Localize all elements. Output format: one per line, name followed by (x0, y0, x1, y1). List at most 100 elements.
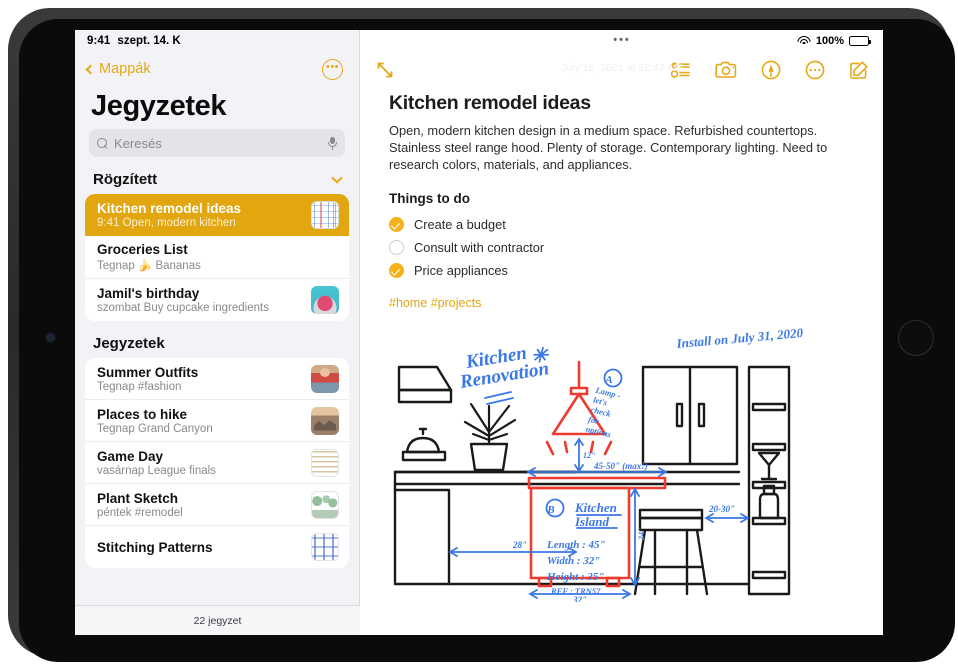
expand-arrows-icon[interactable] (375, 60, 395, 80)
sidebar-nav-bar: Mappák ••• (75, 52, 359, 86)
note-thumbnail (311, 490, 339, 519)
checkbox-checked-icon[interactable] (389, 263, 404, 278)
sketch-island-label-2: Island (574, 514, 609, 529)
search-placeholder: Keresés (114, 135, 162, 151)
list-item[interactable]: Game Day vasárnap League finals (85, 442, 349, 484)
sketch-marker-b: B (546, 504, 554, 516)
sketch-dim-island-bottom: 32" (572, 595, 587, 602)
sketch-dim-lamp-drop: 12" (583, 451, 595, 460)
detail-status-bar: ••• 100% (361, 30, 883, 52)
note-thumbnail (311, 201, 339, 229)
sketch-dim-island-top: 45-50" (max!) (593, 461, 648, 471)
note-subtitle: 9:41 Open, modern kitchen (97, 217, 236, 229)
sketch-dim-island-right: 24" (637, 528, 646, 541)
battery-icon (849, 36, 871, 46)
list-item[interactable]: Summer Outfits Tegnap #fashion (85, 358, 349, 400)
markup-pen-icon[interactable] (761, 60, 781, 80)
wifi-icon (797, 36, 811, 46)
search-icon (97, 137, 108, 149)
note-subtitle: péntek #remodel (97, 506, 183, 519)
todo-item[interactable]: Consult with contractor (389, 236, 855, 259)
sketch-asterisk: ✳ (531, 345, 550, 367)
notes-card: Summer Outfits Tegnap #fashion Places to… (85, 358, 349, 568)
list-item[interactable]: Plant Sketch péntek #remodel (85, 484, 349, 526)
status-right-cluster: 100% (797, 35, 871, 47)
note-thumbnail (311, 533, 339, 561)
note-title: Plant Sketch (97, 490, 179, 506)
note-subtitle: Tegnap #fashion (97, 380, 182, 393)
checkbox-unchecked-icon[interactable] (389, 240, 404, 255)
sketch-island-label-1: Kitchen (574, 500, 617, 515)
checkbox-checked-icon[interactable] (389, 217, 404, 232)
note-title: Game Day (97, 448, 164, 464)
note-thumbnail (311, 448, 339, 477)
list-item[interactable]: Kitchen remodel ideas 9:41 Open, modern … (85, 194, 349, 236)
chevron-down-icon[interactable] (331, 171, 343, 184)
todo-label: Create a budget (414, 217, 506, 232)
note-title: Stitching Patterns (97, 539, 213, 555)
battery-percent-label: 100% (815, 35, 844, 47)
note-paragraph: Open, modern kitchen design in a medium … (389, 123, 828, 172)
note-title: Summer Outfits (97, 364, 199, 380)
todo-item[interactable]: Price appliances (389, 259, 855, 282)
pinned-notes-card: Kitchen remodel ideas 9:41 Open, modern … (85, 194, 349, 321)
note-subtitle: szombat Buy cupcake ingredients (97, 302, 269, 314)
section-header-pinned: Rögzített (75, 165, 359, 194)
list-item[interactable]: Jamil's birthday szombat Buy cupcake ing… (85, 279, 349, 321)
note-subtitle: Tegnap Grand Canyon (97, 422, 213, 435)
note-datestamp: July 15, 2021 at 12:47 AM (561, 62, 683, 74)
home-button[interactable] (898, 320, 934, 356)
camera-icon[interactable] (715, 61, 737, 79)
notes-sidebar: 9:41 szept. 14. K Mappák ••• Jegyzetek K… (75, 30, 360, 635)
sketch-island-length: Length : 45" (546, 539, 606, 551)
sketch-install-note: Install on July 31, 2020 (675, 325, 804, 351)
list-item[interactable]: Stitching Patterns (85, 526, 349, 568)
note-tags[interactable]: #home #projects (389, 296, 855, 310)
sketch-island-width: Width : 32" (547, 555, 600, 567)
todo-label: Price appliances (414, 263, 508, 278)
todo-label: Consult with contractor (414, 240, 545, 255)
sketch-dim-counter-left: 28" (512, 540, 527, 550)
sketch-lamp-note-5: options (585, 424, 613, 440)
search-input[interactable]: Keresés (89, 129, 345, 157)
sketch-island-height: Height : 35" (546, 571, 604, 583)
ipad-screen: 9:41 szept. 14. K Mappák ••• Jegyzetek K… (75, 30, 883, 635)
note-thumbnail (311, 286, 339, 314)
list-item[interactable]: Places to hike Tegnap Grand Canyon (85, 400, 349, 442)
note-detail-pane: ••• 100% July 15, 2021 at 12:47 AM Kitch… (361, 30, 883, 635)
note-subtitle: Tegnap 🍌 Bananas (97, 260, 201, 272)
note-thumbnail (311, 406, 339, 435)
front-camera-icon (46, 333, 55, 342)
todo-heading: Things to do (389, 191, 470, 206)
note-content: Kitchen remodel ideas Open, modern kitch… (361, 88, 883, 607)
chevron-left-icon (85, 64, 96, 74)
more-circle-icon[interactable] (805, 60, 825, 80)
compose-icon[interactable] (849, 60, 869, 80)
notes-count-label: 22 jegyzet (193, 614, 242, 627)
sidebar-status-bar: 9:41 szept. 14. K (75, 30, 359, 52)
status-time: 9:41 (87, 35, 111, 47)
kitchen-sketch-attachment[interactable]: Kitchen Renovation ✳ Install on July 31,… (389, 322, 855, 605)
section-header-notes: Jegyzetek (75, 321, 359, 358)
window-grabber[interactable]: ••• (613, 35, 631, 46)
sidebar-more-button[interactable]: ••• (322, 58, 343, 80)
note-thumbnail (311, 364, 339, 393)
note-title: Jamil's birthday (97, 286, 200, 301)
note-title: Kitchen remodel ideas (97, 201, 242, 216)
section-label: Jegyzetek (93, 335, 165, 352)
microphone-icon[interactable] (328, 136, 337, 150)
sketch-dim-stool-gap: 20-30" (708, 504, 735, 514)
notes-count-footer: 22 jegyzet (75, 605, 360, 635)
note-subtitle: vasárnap League finals (97, 464, 216, 477)
page-title: Jegyzetek (91, 90, 227, 122)
search-bar-container: Keresés (75, 129, 359, 165)
back-to-folders-button[interactable]: Mappák (85, 61, 151, 77)
note-title: Groceries List (97, 242, 188, 257)
status-date: szept. 14. K (117, 35, 181, 47)
sketch-marker-a: A (604, 374, 612, 386)
list-item[interactable]: Groceries List Tegnap 🍌 Bananas (85, 236, 349, 279)
todo-item[interactable]: Create a budget (389, 213, 855, 236)
section-label: Rögzített (93, 171, 158, 188)
back-button-label: Mappák (99, 61, 151, 77)
note-toolbar: July 15, 2021 at 12:47 AM (361, 52, 883, 88)
